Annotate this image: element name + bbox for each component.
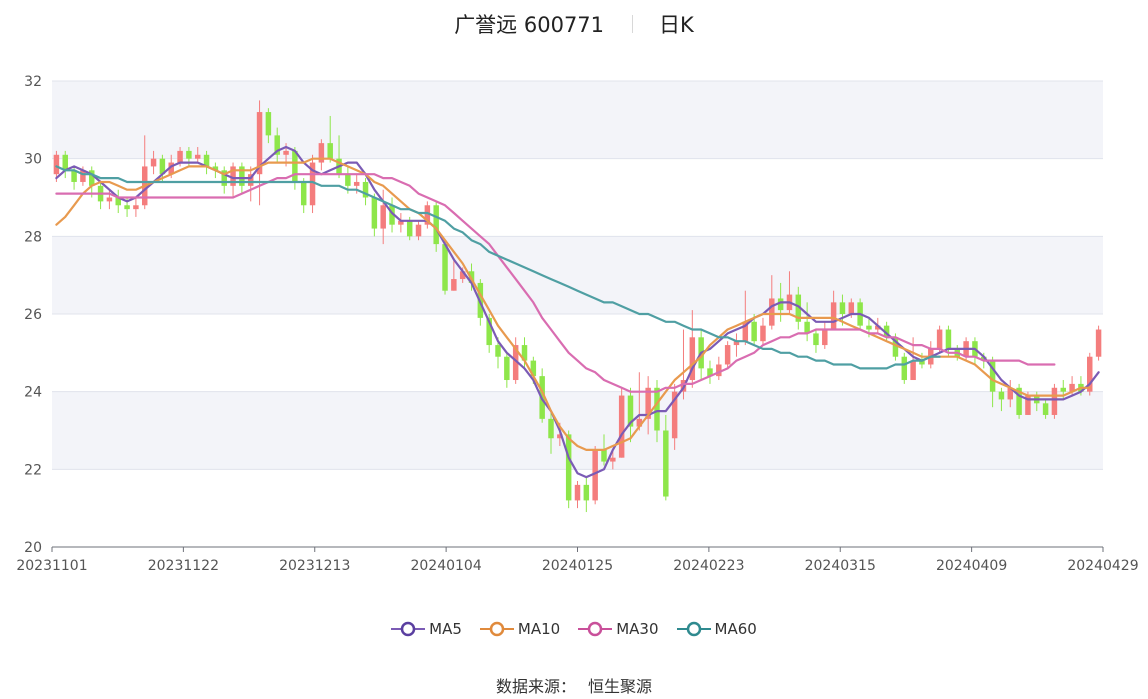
candle-body xyxy=(910,360,916,381)
candle-body xyxy=(265,112,272,136)
candle-body xyxy=(848,302,855,314)
y-tick-label: 30 xyxy=(24,152,42,168)
legend-label-ma10: MA10 xyxy=(517,620,561,638)
candle-body xyxy=(186,150,192,159)
candle-body xyxy=(945,329,952,349)
ma30-legend-icon xyxy=(578,621,613,637)
candle-body xyxy=(451,279,457,291)
candle-body xyxy=(1042,403,1049,415)
candle-body xyxy=(327,143,333,159)
legend-label-ma30: MA30 xyxy=(616,620,659,638)
ma5-legend-icon xyxy=(391,621,426,637)
candle-body xyxy=(406,220,413,237)
candle-body xyxy=(415,224,422,237)
candle-body xyxy=(936,329,943,349)
candle-body xyxy=(1060,387,1066,392)
candle-body xyxy=(106,197,113,202)
x-tick-label: 20240315 xyxy=(805,558,876,574)
candle-body xyxy=(292,150,298,182)
x-tick-label: 20240104 xyxy=(410,558,481,574)
candle-body xyxy=(300,181,307,206)
candle-body xyxy=(866,325,872,330)
candle-body xyxy=(380,205,386,229)
source-label: 数据来源： xyxy=(495,677,576,696)
candle-body xyxy=(495,345,501,357)
candle-body xyxy=(830,302,837,330)
grid-band xyxy=(52,391,1103,470)
legend-label-ma60: MA60 xyxy=(714,620,757,638)
candle-body xyxy=(813,333,819,346)
legend-item-ma10[interactable]: MA10 xyxy=(479,620,561,638)
x-tick-label: 20240125 xyxy=(542,558,613,574)
candle-body xyxy=(504,356,510,381)
x-tick-label: 20240409 xyxy=(936,558,1007,574)
candle-body xyxy=(442,244,448,291)
source-provider: 恒生聚源 xyxy=(588,677,653,696)
candle-body xyxy=(822,329,828,346)
y-tick-label: 24 xyxy=(24,385,42,401)
x-tick-label: 20240429 xyxy=(1067,558,1138,574)
x-tick-label: 20231213 xyxy=(279,558,350,574)
x-tick-label: 20231122 xyxy=(148,558,219,574)
candle-body xyxy=(769,298,775,326)
legend: MA5 MA10 MA30 MA60 xyxy=(0,620,1148,638)
candle-body xyxy=(177,150,183,163)
candle-body xyxy=(53,154,60,175)
candle-body xyxy=(353,181,360,186)
y-tick-label: 26 xyxy=(24,307,42,323)
candle-body xyxy=(751,321,757,342)
grid-band xyxy=(52,236,1103,314)
legend-item-ma60[interactable]: MA60 xyxy=(676,620,757,638)
y-tick-label: 32 xyxy=(24,74,42,90)
candle-body xyxy=(194,154,201,159)
candle-body xyxy=(283,150,289,155)
candle-body xyxy=(760,325,766,342)
candle-body xyxy=(1051,387,1058,415)
candle-body xyxy=(150,158,157,167)
candle-body xyxy=(565,434,572,501)
candle-body xyxy=(998,391,1005,400)
candle-body xyxy=(1095,329,1102,357)
candle-body xyxy=(654,387,660,431)
y-tick-label: 28 xyxy=(24,229,42,245)
candle-body xyxy=(618,395,625,458)
ma10-legend-icon xyxy=(479,621,514,637)
candle-body xyxy=(901,356,908,381)
grid-band xyxy=(52,81,1103,159)
candle-body xyxy=(724,345,731,365)
candle-body xyxy=(839,302,846,314)
x-tick-label: 20240223 xyxy=(673,558,744,574)
candle-body xyxy=(133,205,139,210)
x-tick-label: 20231101 xyxy=(16,558,87,574)
y-tick-label: 22 xyxy=(24,462,42,478)
candle-body xyxy=(62,154,68,171)
legend-item-ma30[interactable]: MA30 xyxy=(578,620,659,638)
y-tick-label: 20 xyxy=(24,540,42,556)
candle-body xyxy=(345,174,351,186)
candle-body xyxy=(371,197,378,229)
candle-body xyxy=(601,449,607,462)
candle-body xyxy=(663,430,669,497)
legend-item-ma5[interactable]: MA5 xyxy=(391,620,462,638)
legend-label-ma5: MA5 xyxy=(429,620,462,638)
candle-body xyxy=(124,205,130,210)
candlestick-chart: 20 22 24 26 28 30 32 20231101 20231122 20231213 20… xyxy=(16,74,1138,574)
ma60-legend-icon xyxy=(676,621,711,637)
candle-body xyxy=(583,484,590,501)
candle-body xyxy=(610,457,616,462)
candle-body xyxy=(433,205,439,245)
candle-body xyxy=(548,418,554,439)
data-source: 数据来源： 恒生聚源 xyxy=(0,673,1148,697)
candle-body xyxy=(574,484,581,501)
